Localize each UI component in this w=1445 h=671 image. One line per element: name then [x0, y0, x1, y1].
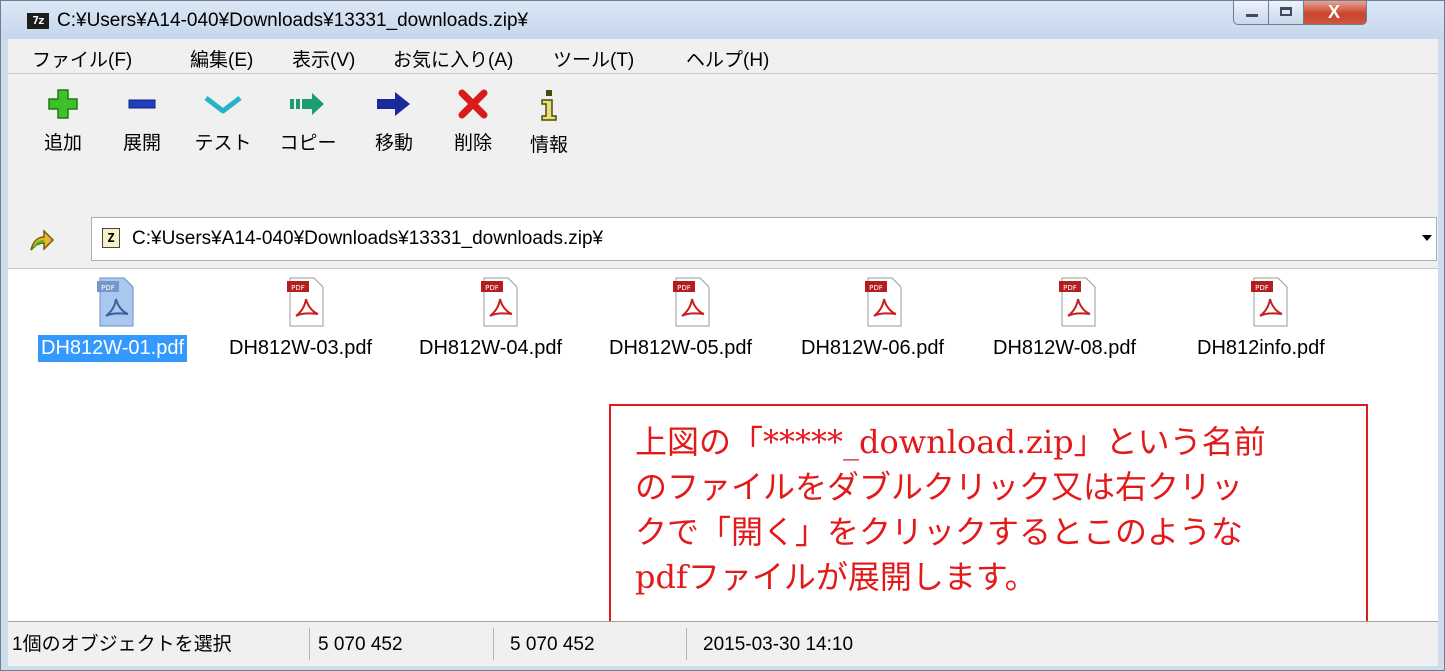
- close-icon: X: [1328, 2, 1341, 22]
- status-selection: 1個のオブジェクトを選択: [12, 634, 232, 655]
- menu-tools[interactable]: ツール(T): [553, 45, 634, 72]
- svg-text:PDF: PDF: [869, 284, 883, 292]
- toolbar: 追加 展開 テスト コピー 移動 削除 情報: [8, 74, 1438, 212]
- info-icon: [541, 90, 557, 121]
- address-path: C:¥Users¥A14-040¥Downloads¥13331_downloa…: [132, 228, 604, 249]
- test-label: テスト: [194, 133, 252, 154]
- annotation-callout: 上図の「*****_download.zip」という名前 のファイルをダブルクリ…: [609, 404, 1368, 630]
- svg-text:PDF: PDF: [1255, 284, 1269, 292]
- pdf-file-icon: PDF: [1059, 277, 1096, 327]
- svg-text:PDF: PDF: [291, 284, 305, 292]
- address-bar[interactable]: Z C:¥Users¥A14-040¥Downloads¥13331_downl…: [91, 217, 1437, 261]
- pdf-file-icon: PDF: [481, 277, 518, 327]
- svg-text:PDF: PDF: [677, 284, 691, 292]
- add-icon: [48, 89, 78, 119]
- minimize-button[interactable]: [1233, 1, 1269, 25]
- status-packed-size: 5 070 452: [510, 634, 595, 655]
- delete-icon: [458, 89, 488, 119]
- menu-edit[interactable]: 編集(E): [190, 45, 253, 72]
- pdf-file-icon: PDF: [865, 277, 902, 327]
- window-title: C:¥Users¥A14-040¥Downloads¥13331_downloa…: [57, 10, 529, 31]
- status-divider: [686, 628, 687, 660]
- pdf-file-icon: PDF: [1251, 277, 1288, 327]
- test-button[interactable]: テスト: [193, 88, 253, 155]
- extract-label: 展開: [122, 133, 161, 154]
- file-name[interactable]: DH812W-01.pdf: [38, 335, 188, 362]
- menu-bar: ファイル(F) 編集(E) 表示(V) お気に入り(A) ツール(T) ヘルプ(…: [8, 39, 1438, 74]
- file-name[interactable]: DH812W-08.pdf: [990, 335, 1139, 362]
- file-name[interactable]: DH812W-04.pdf: [416, 335, 565, 362]
- file-name[interactable]: DH812info.pdf: [1194, 335, 1328, 362]
- menu-file[interactable]: ファイル(F): [32, 45, 132, 72]
- extract-button[interactable]: 展開: [112, 88, 172, 155]
- title-bar[interactable]: 7z C:¥Users¥A14-040¥Downloads¥13331_down…: [1, 1, 1444, 39]
- pdf-file-icon: PDF: [673, 277, 710, 327]
- info-label: 情報: [529, 135, 568, 156]
- add-label: 追加: [43, 133, 82, 154]
- status-size: 5 070 452: [318, 634, 403, 655]
- svg-text:PDF: PDF: [1063, 284, 1077, 292]
- info-button[interactable]: 情報: [519, 88, 579, 157]
- menu-view[interactable]: 表示(V): [292, 45, 355, 72]
- pdf-file-icon: PDF: [287, 277, 324, 327]
- add-button[interactable]: 追加: [33, 88, 93, 155]
- up-folder-button[interactable]: [28, 224, 56, 254]
- status-divider: [309, 628, 310, 660]
- maximize-icon: [1280, 7, 1292, 16]
- delete-button[interactable]: 削除: [443, 88, 503, 155]
- move-label: 移動: [374, 133, 413, 154]
- file-name[interactable]: DH812W-05.pdf: [606, 335, 755, 362]
- 7zip-app-icon: 7z: [27, 13, 49, 29]
- move-icon: [377, 92, 410, 116]
- file-name[interactable]: DH812W-06.pdf: [798, 335, 947, 362]
- minimize-icon: [1246, 14, 1258, 17]
- copy-icon: [290, 93, 324, 115]
- copy-label: コピー: [279, 133, 337, 154]
- file-name[interactable]: DH812W-03.pdf: [226, 335, 375, 362]
- move-button[interactable]: 移動: [364, 88, 424, 155]
- menu-favorites[interactable]: お気に入り(A): [393, 45, 513, 72]
- extract-icon: [128, 99, 156, 109]
- status-divider: [493, 628, 494, 660]
- svg-text:PDF: PDF: [101, 284, 115, 292]
- maximize-button[interactable]: [1268, 1, 1304, 25]
- delete-label: 削除: [453, 133, 492, 154]
- annotation-text: 上図の「*****_download.zip」という名前 のファイルをダブルクリ…: [635, 423, 1266, 596]
- address-row: Z C:¥Users¥A14-040¥Downloads¥13331_downl…: [8, 212, 1438, 268]
- chevron-down-icon[interactable]: [1422, 235, 1432, 241]
- up-folder-icon: [30, 229, 55, 251]
- zip-archive-icon: Z: [102, 228, 120, 248]
- test-icon: [204, 96, 242, 114]
- status-modified: 2015-03-30 14:10: [703, 634, 854, 655]
- pdf-file-icon: PDF: [97, 277, 134, 327]
- menu-help[interactable]: ヘルプ(H): [686, 45, 769, 72]
- status-bar: 1個のオブジェクトを選択 5 070 452 5 070 452 2015-03…: [8, 621, 1438, 666]
- copy-button[interactable]: コピー: [278, 88, 338, 155]
- close-button[interactable]: X: [1303, 1, 1367, 25]
- svg-text:PDF: PDF: [485, 284, 499, 292]
- app-window: 7z C:¥Users¥A14-040¥Downloads¥13331_down…: [0, 0, 1445, 671]
